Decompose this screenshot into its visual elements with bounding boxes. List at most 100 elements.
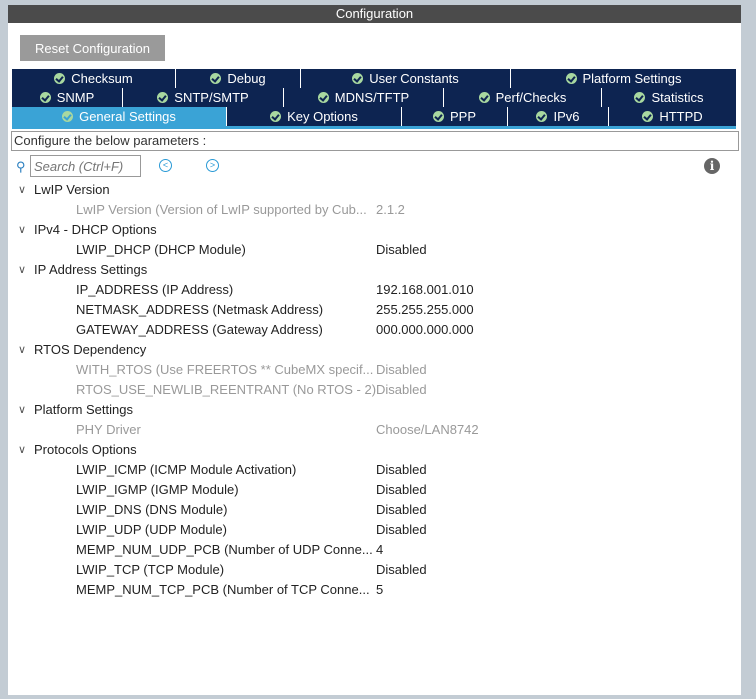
parameter-row[interactable]: LWIP_DHCP (DHCP Module) Disabled xyxy=(8,240,741,260)
parameter-row[interactable]: LWIP_TCP (TCP Module) Disabled xyxy=(8,560,741,580)
parameter-name: MEMP_NUM_TCP_PCB (Number of TCP Conne... xyxy=(76,582,370,597)
parameter-row[interactable]: LwIP Version (Version of LwIP supported … xyxy=(8,200,741,220)
parameter-name: LWIP_DNS (DNS Module) xyxy=(76,502,228,517)
parameter-value[interactable]: Disabled xyxy=(376,480,427,500)
parameter-name: IP_ADDRESS (IP Address) xyxy=(76,282,234,297)
chevron-down-icon[interactable]: ∨ xyxy=(18,220,26,240)
check-icon xyxy=(157,92,169,103)
panel-title: Configuration xyxy=(8,5,741,23)
parameter-value[interactable]: Disabled xyxy=(376,460,427,480)
check-icon xyxy=(478,92,490,103)
parameter-value[interactable]: Disabled xyxy=(376,360,427,380)
group-header[interactable]: ∨ IP Address Settings xyxy=(8,260,741,280)
parameter-row[interactable]: WITH_RTOS (Use FREERTOS ** CubeMX specif… xyxy=(8,360,741,380)
tab-ppp[interactable]: PPP xyxy=(402,107,508,126)
tab-label: Perf/Checks xyxy=(495,90,567,105)
parameter-value[interactable]: Disabled xyxy=(376,380,427,400)
check-icon xyxy=(39,92,51,103)
group-label: IPv4 - DHCP Options xyxy=(34,222,157,237)
search-input[interactable] xyxy=(30,155,141,177)
tab-mdns-tftp[interactable]: MDNS/TFTP xyxy=(284,88,444,107)
tab-httpd[interactable]: HTTPD xyxy=(609,107,737,126)
tab-label: Statistics xyxy=(651,90,704,105)
parameter-value[interactable]: Disabled xyxy=(376,240,427,260)
check-icon xyxy=(54,73,66,84)
check-icon xyxy=(317,92,329,103)
parameter-row[interactable]: LWIP_ICMP (ICMP Module Activation) Disabl… xyxy=(8,460,741,480)
tab-label: Debug xyxy=(227,71,266,86)
parameter-value[interactable]: 000.000.000.000 xyxy=(376,320,474,340)
parameter-value[interactable]: 2.1.2 xyxy=(376,200,405,220)
parameter-row[interactable]: PHY Driver Choose/LAN8742 xyxy=(8,420,741,440)
parameter-row[interactable]: NETMASK_ADDRESS (Netmask Address) 255.255… xyxy=(8,300,741,320)
parameter-name: LWIP_DHCP (DHCP Module) xyxy=(76,242,246,257)
tab-general-settings[interactable]: General Settings xyxy=(12,107,227,126)
parameter-name: LwIP Version (Version of LwIP supported … xyxy=(76,202,367,217)
parameter-row[interactable]: IP_ADDRESS (IP Address) 192.168.001.010 xyxy=(8,280,741,300)
tab-underline xyxy=(12,126,736,129)
tab-row-2: SNMP SNTP/SMTP MDNS/TFTP Perf/Checks Statist… xyxy=(12,88,737,107)
parameter-row[interactable]: MEMP_NUM_TCP_PCB (Number of TCP Conne...… xyxy=(8,580,741,600)
tab-checksum[interactable]: Checksum xyxy=(12,69,176,88)
next-icon[interactable]: > xyxy=(206,159,219,172)
group-header[interactable]: ∨ RTOS Dependency xyxy=(8,340,741,360)
tab-user-constants[interactable]: User Constants xyxy=(301,69,511,88)
tab-label: PPP xyxy=(449,109,476,124)
hint-text: Configure the below parameters : xyxy=(11,131,739,151)
group-header[interactable]: ∨ LwIP Version xyxy=(8,180,741,200)
parameter-value[interactable]: 5 xyxy=(376,580,383,600)
parameter-value[interactable]: 192.168.001.010 xyxy=(376,280,474,300)
tab-statistics[interactable]: Statistics xyxy=(602,88,737,107)
group-label: IP Address Settings xyxy=(34,262,148,277)
parameter-row[interactable]: RTOS_USE_NEWLIB_REENTRANT (No RTOS - 2) D… xyxy=(8,380,741,400)
parameter-row[interactable]: LWIP_IGMP (IGMP Module) Disabled xyxy=(8,480,741,500)
tab-platform-settings[interactable]: Platform Settings xyxy=(511,69,737,88)
parameter-value[interactable]: 4 xyxy=(376,540,383,560)
parameter-name: RTOS_USE_NEWLIB_REENTRANT (No RTOS - 2) xyxy=(76,382,377,397)
group-header[interactable]: ∨ Protocols Options xyxy=(8,440,741,460)
tab-label: SNTP/SMTP xyxy=(174,90,249,105)
check-icon xyxy=(565,73,577,84)
parameter-row[interactable]: GATEWAY_ADDRESS (Gateway Address) 000.000… xyxy=(8,320,741,340)
parameter-name: PHY Driver xyxy=(76,422,141,437)
tab-sntp-smtp[interactable]: SNTP/SMTP xyxy=(123,88,284,107)
parameter-name: LWIP_TCP (TCP Module) xyxy=(76,562,225,577)
parameter-value[interactable]: Disabled xyxy=(376,560,427,580)
parameter-name: NETMASK_ADDRESS (Netmask Address) xyxy=(76,302,324,317)
parameter-name: LWIP_ICMP (ICMP Module Activation) xyxy=(76,462,297,477)
tab-key-options[interactable]: Key Options xyxy=(227,107,402,126)
tab-label: SNMP xyxy=(56,90,95,105)
tab-row-1: Checksum Debug User Constants Platform Sett… xyxy=(12,69,737,88)
tab-debug[interactable]: Debug xyxy=(176,69,301,88)
chevron-down-icon[interactable]: ∨ xyxy=(18,340,26,360)
parameter-row[interactable]: LWIP_UDP (UDP Module) Disabled xyxy=(8,520,741,540)
tab-label: Checksum xyxy=(71,71,133,86)
parameter-value[interactable]: 255.255.255.000 xyxy=(376,300,474,320)
tab-label: HTTPD xyxy=(659,109,703,124)
previous-icon[interactable]: < xyxy=(159,159,172,172)
parameter-row[interactable]: MEMP_NUM_UDP_PCB (Number of UDP Conne...… xyxy=(8,540,741,560)
tab-label: User Constants xyxy=(369,71,459,86)
parameter-value[interactable]: Choose/LAN8742 xyxy=(376,420,479,440)
tab-perf-checks[interactable]: Perf/Checks xyxy=(444,88,602,107)
parameter-value[interactable]: Disabled xyxy=(376,520,427,540)
tab-ipv6[interactable]: IPv6 xyxy=(508,107,609,126)
parameter-tree: ∨ LwIP Version LwIP Version (Version of Lw… xyxy=(8,180,741,600)
group-label: Protocols Options xyxy=(34,442,137,457)
group-header[interactable]: ∨ Platform Settings xyxy=(8,400,741,420)
reset-configuration-button[interactable]: Reset Configuration xyxy=(20,35,165,61)
chevron-down-icon[interactable]: ∨ xyxy=(18,400,26,420)
chevron-down-icon[interactable]: ∨ xyxy=(18,180,26,200)
parameter-name: MEMP_NUM_UDP_PCB (Number of UDP Conne... xyxy=(76,542,373,557)
parameter-value[interactable]: Disabled xyxy=(376,500,427,520)
group-header[interactable]: ∨ IPv4 - DHCP Options xyxy=(8,220,741,240)
parameter-name: GATEWAY_ADDRESS (Gateway Address) xyxy=(76,322,323,337)
search-icon: ⚲ xyxy=(16,159,26,174)
configuration-panel: Configuration Reset Configuration Checks… xyxy=(8,5,741,695)
tab-label: MDNS/TFTP xyxy=(334,90,410,105)
chevron-down-icon[interactable]: ∨ xyxy=(18,440,26,460)
chevron-down-icon[interactable]: ∨ xyxy=(18,260,26,280)
info-icon[interactable]: i xyxy=(704,158,720,174)
parameter-row[interactable]: LWIP_DNS (DNS Module) Disabled xyxy=(8,500,741,520)
tab-snmp[interactable]: SNMP xyxy=(12,88,123,107)
